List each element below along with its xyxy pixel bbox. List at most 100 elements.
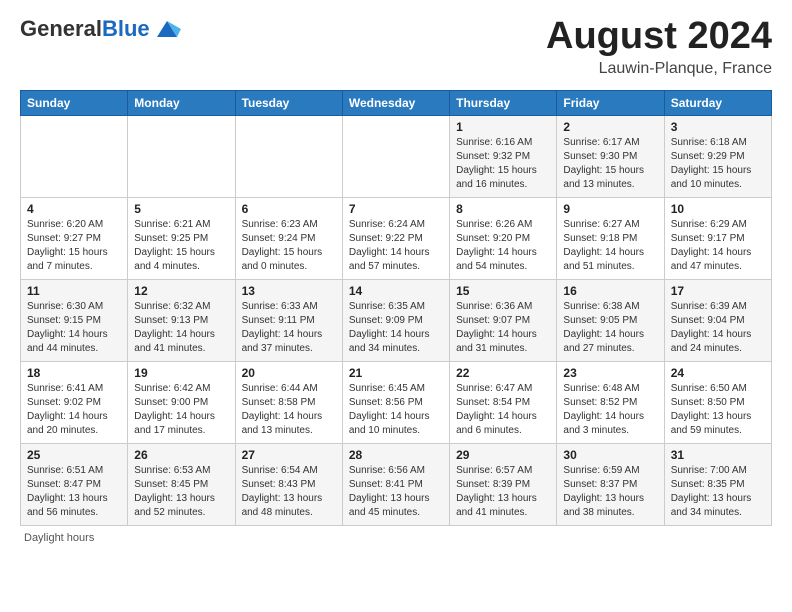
day-info: Sunrise: 6:39 AM Sunset: 9:04 PM Dayligh… [671,300,765,356]
title-section: August 2024 Lauwin-Planque, France [546,16,772,78]
logo-general: General [20,16,102,42]
calendar-week-1: 1 Sunrise: 6:16 AM Sunset: 9:32 PM Daylig… [21,115,772,197]
day-number: 2 [563,120,657,134]
calendar-cell [128,115,235,197]
calendar-cell: 4 Sunrise: 6:20 AM Sunset: 9:27 PM Daylig… [21,197,128,279]
daylight-label: Daylight hours [24,532,94,544]
day-number: 15 [456,284,550,298]
day-info: Sunrise: 6:30 AM Sunset: 9:15 PM Dayligh… [27,300,121,356]
col-sunday: Sunday [21,90,128,115]
day-info: Sunrise: 6:47 AM Sunset: 8:54 PM Dayligh… [456,382,550,438]
calendar-week-5: 25 Sunrise: 6:51 AM Sunset: 8:47 PM Dayli… [21,443,772,525]
calendar-cell [21,115,128,197]
day-number: 4 [27,202,121,216]
day-number: 17 [671,284,765,298]
calendar-week-3: 11Sunrise: 6:30 AM Sunset: 9:15 PM Dayli… [21,279,772,361]
day-number: 12 [134,284,228,298]
col-saturday: Saturday [664,90,771,115]
header: GeneralBlue August 2024 Lauwin-Planque, … [20,16,772,78]
day-number: 29 [456,448,550,462]
calendar-cell: 11Sunrise: 6:30 AM Sunset: 9:15 PM Dayli… [21,279,128,361]
calendar-cell: 14 Sunrise: 6:35 AM Sunset: 9:09 PM Dayli… [342,279,449,361]
logo: GeneralBlue [20,16,181,42]
day-number: 22 [456,366,550,380]
calendar-header: Sunday Monday Tuesday Wednesday Thursday… [21,90,772,115]
day-number: 14 [349,284,443,298]
day-info: Sunrise: 6:21 AM Sunset: 9:25 PM Dayligh… [134,218,228,274]
day-info: Sunrise: 6:50 AM Sunset: 8:50 PM Dayligh… [671,382,765,438]
calendar-cell [342,115,449,197]
calendar-cell: 19Sunrise: 6:42 AM Sunset: 9:00 PM Dayli… [128,361,235,443]
day-info: Sunrise: 6:26 AM Sunset: 9:20 PM Dayligh… [456,218,550,274]
day-info: Sunrise: 7:00 AM Sunset: 8:35 PM Dayligh… [671,464,765,520]
day-number: 31 [671,448,765,462]
calendar-week-2: 4 Sunrise: 6:20 AM Sunset: 9:27 PM Daylig… [21,197,772,279]
calendar-cell: 16Sunrise: 6:38 AM Sunset: 9:05 PM Dayli… [557,279,664,361]
day-number: 9 [563,202,657,216]
day-info: Sunrise: 6:27 AM Sunset: 9:18 PM Dayligh… [563,218,657,274]
calendar-cell [235,115,342,197]
calendar-cell: 26Sunrise: 6:53 AM Sunset: 8:45 PM Dayli… [128,443,235,525]
day-number: 6 [242,202,336,216]
month-title: August 2024 [546,16,772,58]
calendar-cell: 17 Sunrise: 6:39 AM Sunset: 9:04 PM Dayli… [664,279,771,361]
calendar-cell: 1 Sunrise: 6:16 AM Sunset: 9:32 PM Daylig… [450,115,557,197]
calendar-cell: 18 Sunrise: 6:41 AM Sunset: 9:02 PM Dayli… [21,361,128,443]
col-thursday: Thursday [450,90,557,115]
day-number: 1 [456,120,550,134]
day-info: Sunrise: 6:36 AM Sunset: 9:07 PM Dayligh… [456,300,550,356]
day-info: Sunrise: 6:51 AM Sunset: 8:47 PM Dayligh… [27,464,121,520]
location: Lauwin-Planque, France [546,60,772,78]
day-info: Sunrise: 6:23 AM Sunset: 9:24 PM Dayligh… [242,218,336,274]
day-info: Sunrise: 6:42 AM Sunset: 9:00 PM Dayligh… [134,382,228,438]
col-tuesday: Tuesday [235,90,342,115]
day-info: Sunrise: 6:48 AM Sunset: 8:52 PM Dayligh… [563,382,657,438]
logo-icon [153,19,181,39]
day-number: 24 [671,366,765,380]
day-number: 20 [242,366,336,380]
day-number: 13 [242,284,336,298]
day-info: Sunrise: 6:56 AM Sunset: 8:41 PM Dayligh… [349,464,443,520]
day-info: Sunrise: 6:17 AM Sunset: 9:30 PM Dayligh… [563,136,657,192]
day-info: Sunrise: 6:35 AM Sunset: 9:09 PM Dayligh… [349,300,443,356]
calendar-cell: 27 Sunrise: 6:54 AM Sunset: 8:43 PM Dayli… [235,443,342,525]
day-number: 26 [134,448,228,462]
day-info: Sunrise: 6:57 AM Sunset: 8:39 PM Dayligh… [456,464,550,520]
day-info: Sunrise: 6:20 AM Sunset: 9:27 PM Dayligh… [27,218,121,274]
calendar-cell: 20 Sunrise: 6:44 AM Sunset: 8:58 PM Dayli… [235,361,342,443]
day-number: 27 [242,448,336,462]
day-info: Sunrise: 6:29 AM Sunset: 9:17 PM Dayligh… [671,218,765,274]
calendar-cell: 12Sunrise: 6:32 AM Sunset: 9:13 PM Dayli… [128,279,235,361]
logo-blue: Blue [102,16,150,42]
day-info: Sunrise: 6:16 AM Sunset: 9:32 PM Dayligh… [456,136,550,192]
calendar-cell: 22 Sunrise: 6:47 AM Sunset: 8:54 PM Dayli… [450,361,557,443]
day-number: 25 [27,448,121,462]
day-info: Sunrise: 6:44 AM Sunset: 8:58 PM Dayligh… [242,382,336,438]
calendar-cell: 8Sunrise: 6:26 AM Sunset: 9:20 PM Daylig… [450,197,557,279]
day-number: 7 [349,202,443,216]
page: GeneralBlue August 2024 Lauwin-Planque, … [0,0,792,554]
calendar-cell: 9 Sunrise: 6:27 AM Sunset: 9:18 PM Daylig… [557,197,664,279]
footer-note: Daylight hours [20,532,772,544]
day-info: Sunrise: 6:24 AM Sunset: 9:22 PM Dayligh… [349,218,443,274]
calendar-cell: 3Sunrise: 6:18 AM Sunset: 9:29 PM Daylig… [664,115,771,197]
day-info: Sunrise: 6:18 AM Sunset: 9:29 PM Dayligh… [671,136,765,192]
day-number: 18 [27,366,121,380]
day-number: 28 [349,448,443,462]
col-friday: Friday [557,90,664,115]
calendar-cell: 15 Sunrise: 6:36 AM Sunset: 9:07 PM Dayli… [450,279,557,361]
day-number: 5 [134,202,228,216]
day-number: 10 [671,202,765,216]
day-info: Sunrise: 6:54 AM Sunset: 8:43 PM Dayligh… [242,464,336,520]
calendar-cell: 30 Sunrise: 6:59 AM Sunset: 8:37 PM Dayli… [557,443,664,525]
day-number: 30 [563,448,657,462]
calendar-cell: 31 Sunrise: 7:00 AM Sunset: 8:35 PM Dayli… [664,443,771,525]
day-number: 23 [563,366,657,380]
calendar-cell: 10 Sunrise: 6:29 AM Sunset: 9:17 PM Dayli… [664,197,771,279]
calendar-cell: 13Sunrise: 6:33 AM Sunset: 9:11 PM Dayli… [235,279,342,361]
calendar-body: 1 Sunrise: 6:16 AM Sunset: 9:32 PM Daylig… [21,115,772,525]
day-info: Sunrise: 6:41 AM Sunset: 9:02 PM Dayligh… [27,382,121,438]
calendar-cell: 24 Sunrise: 6:50 AM Sunset: 8:50 PM Dayli… [664,361,771,443]
day-info: Sunrise: 6:59 AM Sunset: 8:37 PM Dayligh… [563,464,657,520]
day-info: Sunrise: 6:38 AM Sunset: 9:05 PM Dayligh… [563,300,657,356]
